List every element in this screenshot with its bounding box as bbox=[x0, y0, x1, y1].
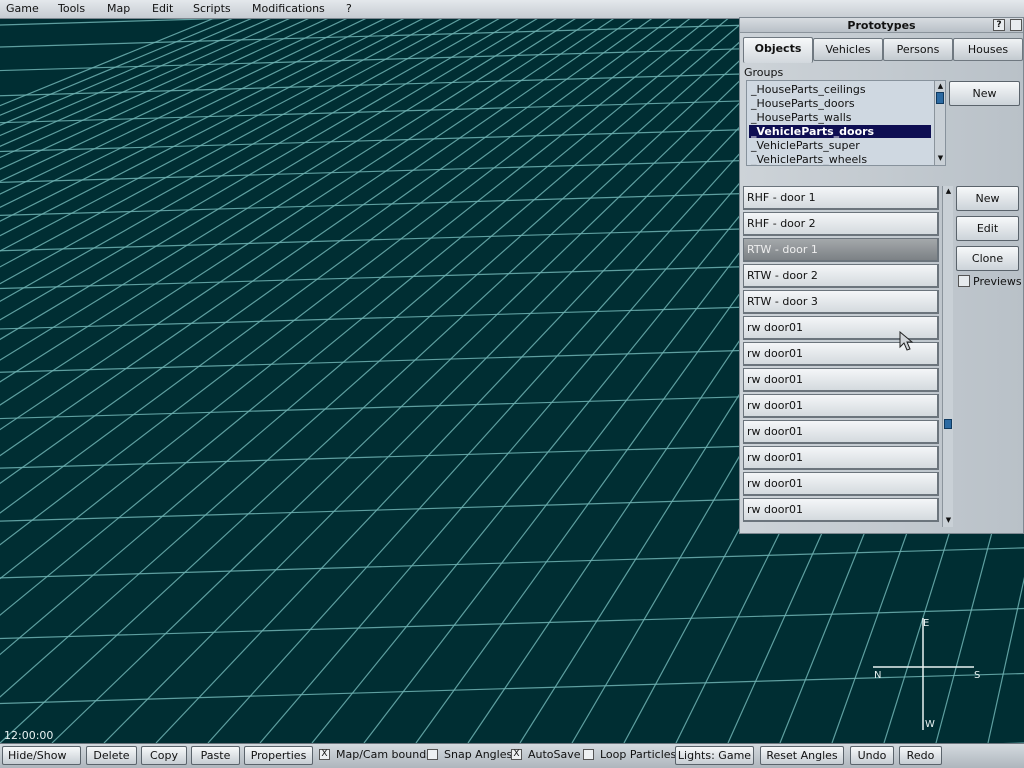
group-item[interactable]: _HouseParts_ceilings bbox=[749, 83, 931, 96]
copy-button[interactable]: Copy bbox=[141, 746, 187, 765]
prototype-item[interactable]: RHF - door 1 bbox=[743, 186, 939, 210]
loop-particles-label: Loop Particles bbox=[600, 748, 677, 761]
scroll-down-icon[interactable]: ▼ bbox=[944, 516, 953, 525]
menu-tools[interactable]: Tools bbox=[58, 2, 85, 16]
groups-scrollbar[interactable]: ▲ ▼ bbox=[934, 81, 945, 165]
panel-titlebar[interactable]: Prototypes ? bbox=[740, 18, 1023, 33]
prototype-item-selected[interactable]: RTW - door 1 bbox=[743, 238, 939, 262]
map-cam-bounds-label: Map/Cam bounds bbox=[336, 748, 432, 761]
properties-button[interactable]: Properties bbox=[244, 746, 313, 765]
game-time: 12:00:00 bbox=[4, 729, 54, 742]
groups-list[interactable]: _HouseParts_ceilings _HouseParts_doors _… bbox=[746, 80, 946, 166]
paste-button[interactable]: Paste bbox=[191, 746, 240, 765]
snap-angles-checkbox[interactable] bbox=[427, 749, 438, 760]
lights-button[interactable]: Lights: Game bbox=[675, 746, 754, 765]
scroll-down-icon[interactable]: ▼ bbox=[936, 154, 945, 163]
group-item[interactable]: _HouseParts_doors bbox=[749, 97, 931, 110]
map-cam-bounds-checkbox[interactable]: X bbox=[319, 749, 330, 760]
groups-label: Groups bbox=[744, 66, 784, 79]
group-item[interactable]: _VehicleParts_wheels bbox=[749, 153, 931, 165]
redo-button[interactable]: Redo bbox=[899, 746, 942, 765]
autosave-checkbox[interactable]: X bbox=[511, 749, 522, 760]
menu-game[interactable]: Game bbox=[6, 2, 39, 16]
prototypes-panel: Prototypes ? Objects Vehicles Persons Ho… bbox=[739, 17, 1024, 534]
snap-angles-label: Snap Angles bbox=[444, 748, 513, 761]
panel-title: Prototypes bbox=[847, 19, 916, 32]
tab-vehicles[interactable]: Vehicles bbox=[813, 38, 883, 61]
group-item[interactable]: _VehicleParts_super bbox=[749, 139, 931, 152]
compass-icon bbox=[873, 618, 974, 730]
prototype-item[interactable]: RTW - door 2 bbox=[743, 264, 939, 288]
edit-prototype-button[interactable]: Edit bbox=[956, 216, 1019, 241]
autosave-label: AutoSave bbox=[528, 748, 581, 761]
loop-particles-checkbox[interactable] bbox=[583, 749, 594, 760]
compass-north-label: N bbox=[874, 670, 882, 681]
close-icon[interactable] bbox=[1010, 19, 1022, 31]
prototype-item[interactable]: RTW - door 3 bbox=[743, 290, 939, 314]
previews-label: Previews bbox=[973, 275, 1022, 288]
group-item[interactable]: _HouseParts_walls bbox=[749, 111, 931, 124]
prototype-item[interactable]: rw door01 bbox=[743, 368, 939, 392]
bottom-toolbar: Hide/Show Delete Copy Paste Properties X… bbox=[0, 743, 1024, 768]
scroll-up-icon[interactable]: ▲ bbox=[936, 82, 945, 91]
menu-modifications[interactable]: Modifications bbox=[252, 2, 325, 16]
group-item-selected[interactable]: _VehicleParts_doors bbox=[749, 125, 931, 138]
scroll-thumb[interactable] bbox=[936, 92, 944, 104]
prototype-item[interactable]: rw door01 bbox=[743, 446, 939, 470]
prototype-list[interactable]: RHF - door 1 RHF - door 2 RTW - door 1 R… bbox=[743, 186, 941, 527]
scroll-up-icon[interactable]: ▲ bbox=[944, 187, 953, 196]
tab-persons[interactable]: Persons bbox=[883, 38, 953, 61]
undo-button[interactable]: Undo bbox=[850, 746, 894, 765]
menu-help[interactable]: ? bbox=[346, 2, 352, 16]
prototype-item[interactable]: rw door01 bbox=[743, 394, 939, 418]
clone-prototype-button[interactable]: Clone bbox=[956, 246, 1019, 271]
hide-show-button[interactable]: Hide/Show bbox=[2, 746, 81, 765]
compass-west-label: W bbox=[925, 719, 935, 730]
tab-houses[interactable]: Houses bbox=[953, 38, 1023, 61]
compass-south-label: S bbox=[974, 670, 981, 681]
new-prototype-button[interactable]: New bbox=[956, 186, 1019, 211]
previews-checkbox[interactable] bbox=[958, 275, 970, 287]
prototype-item[interactable]: rw door01 bbox=[743, 472, 939, 496]
scroll-thumb[interactable] bbox=[944, 419, 952, 429]
reset-angles-button[interactable]: Reset Angles bbox=[760, 746, 844, 765]
prototype-item[interactable]: rw door01 bbox=[743, 420, 939, 444]
menu-scripts[interactable]: Scripts bbox=[193, 2, 231, 16]
new-group-button[interactable]: New bbox=[949, 81, 1020, 106]
menu-edit[interactable]: Edit bbox=[152, 2, 173, 16]
compass-east-label: E bbox=[923, 618, 930, 629]
delete-button[interactable]: Delete bbox=[86, 746, 137, 765]
help-button[interactable]: ? bbox=[993, 19, 1005, 31]
prototype-item[interactable]: RHF - door 2 bbox=[743, 212, 939, 236]
prototype-item[interactable]: rw door01 bbox=[743, 498, 939, 522]
mouse-cursor-icon bbox=[899, 331, 914, 351]
tab-objects[interactable]: Objects bbox=[743, 37, 813, 63]
prototype-scrollbar[interactable]: ▲ ▼ bbox=[942, 186, 953, 527]
menu-map[interactable]: Map bbox=[107, 2, 130, 16]
